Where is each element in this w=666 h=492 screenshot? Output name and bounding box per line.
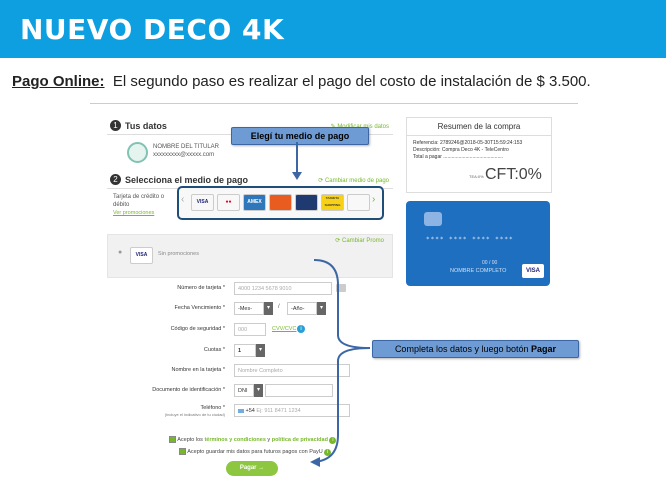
doc-type-select[interactable]: DNI	[234, 384, 254, 397]
phone-placeholder: Ej: 911 8471 1234	[256, 408, 301, 414]
promo-card-visa: VISA	[130, 247, 153, 264]
cvv-link[interactable]: CVV/CVC	[272, 326, 296, 332]
callout-bracket	[310, 259, 371, 467]
intro-paragraph: Pago Online: El segundo paso es realizar…	[12, 73, 591, 90]
card-visa[interactable]: VISA	[191, 194, 214, 211]
flag-icon[interactable]	[238, 408, 244, 413]
chip-icon	[424, 212, 442, 226]
change-payment-link[interactable]: ⟳ Cambiar medio de pago	[318, 177, 389, 184]
cvv-input[interactable]: 000	[234, 323, 266, 336]
visa-logo: VISA	[522, 264, 544, 278]
card-shopping[interactable]: TARJETA SHOPPING	[321, 194, 344, 211]
intro-text: El segundo paso es realizar el pago del …	[112, 73, 591, 90]
installments-label: Cuotas *	[203, 347, 225, 353]
step2-number: 2	[110, 174, 121, 185]
chevron-down-icon[interactable]: ▾	[264, 302, 273, 315]
card-other[interactable]	[347, 194, 370, 211]
step1-number: 1	[110, 120, 121, 131]
step2-title: Selecciona el medio de pago	[125, 175, 249, 185]
chevron-right-icon[interactable]: ›	[372, 194, 375, 205]
holder-email: xxxxxxxxx@xxxxx.com	[153, 152, 215, 158]
terms-pre: Acepto los	[177, 436, 203, 443]
pay-button[interactable]: Pagar →	[226, 461, 278, 476]
summary-total: Total a pagar ..........................…	[413, 154, 504, 160]
callout-arrow-1	[292, 142, 302, 180]
summary-description: Descripción: Compra Deco 4K - TeleCentro	[413, 147, 509, 153]
save-row: Acepto guardar mis datos para futuros pa…	[179, 448, 332, 456]
chevron-down-icon[interactable]: ▾	[254, 384, 263, 397]
callout-complete-text: Completa los datos y luego botón	[394, 344, 532, 354]
summary-tea: TEA:0%	[469, 174, 484, 179]
doc-label: Documento de identificación *	[152, 387, 225, 393]
summary-cft: CFT:0%	[485, 166, 542, 183]
step1-title: Tus datos	[125, 121, 167, 131]
header-banner: NUEVO DECO 4K	[0, 0, 666, 58]
card-label: Tarjeta de crédito o débito	[113, 194, 165, 208]
terms-checkbox[interactable]	[169, 436, 176, 443]
divider	[90, 103, 578, 104]
name-label: Nombre en la tarjeta *	[171, 367, 226, 373]
card-preview: **** **** **** **** 00 / 00 NOMBRE COMPL…	[406, 201, 550, 286]
month-select[interactable]: -Mes-	[234, 302, 264, 315]
cvv-label: Código de seguridad *	[170, 326, 225, 332]
info-icon[interactable]: i	[297, 325, 305, 333]
change-promo-link[interactable]: ⟳ Cambiar Promo	[335, 237, 384, 244]
summary-title: Resumen de la compra	[407, 118, 551, 136]
promos-link[interactable]: Ver promociones	[113, 210, 154, 216]
card-mastercard[interactable]: ●●	[217, 194, 240, 211]
chevron-left-icon[interactable]: ‹	[181, 194, 184, 205]
avatar-icon	[127, 142, 148, 163]
callout-complete-data: Completa los datos y luego botón Pagar	[372, 340, 579, 358]
card-name-preview: NOMBRE COMPLETO	[450, 268, 507, 274]
phone-prefix: +54	[245, 408, 255, 414]
terms-link[interactable]: términos y condiciones	[204, 437, 265, 443]
installments-select[interactable]: 1	[234, 344, 256, 357]
card-amex[interactable]: AMEX	[243, 194, 266, 211]
phone-label: Teléfono *	[200, 405, 225, 411]
card-number-preview: **** **** **** ****	[426, 236, 514, 243]
expiry-label: Fecha Vencimiento *	[174, 305, 225, 311]
save-checkbox[interactable]	[179, 448, 186, 455]
card-naranja[interactable]	[269, 194, 292, 211]
expiry-separator: /	[278, 304, 280, 310]
chevron-down-icon[interactable]: ▾	[256, 344, 265, 357]
callout-complete-bold: Pagar	[531, 344, 557, 354]
promo-text: Sin promociones	[158, 251, 199, 257]
summary-reference: Referencia: 2789246@2018-05-30T15:59:24:…	[413, 140, 523, 146]
card-cabal[interactable]	[295, 194, 318, 211]
card-number-label: Número de tarjeta *	[177, 285, 225, 291]
banner-title: NUEVO DECO 4K	[20, 13, 285, 46]
change-payment-label: Cambiar medio de pago	[324, 178, 389, 184]
holder-name: NOMBRE DEL TITULAR	[153, 144, 220, 150]
save-text: Acepto guardar mis datos para futuros pa…	[187, 448, 323, 455]
payment-methods-carousel: ‹ VISA ●● AMEX TARJETA SHOPPING ›	[177, 186, 384, 220]
change-promo-label: Cambiar Promo	[341, 238, 384, 244]
radio-icon[interactable]: ●	[118, 249, 122, 256]
card-expiry-preview: 00 / 00	[482, 260, 498, 266]
purchase-summary: Resumen de la compra Referencia: 2789246…	[406, 117, 552, 193]
phone-hint: (Incluye el indicativo de tu ciudad)	[164, 412, 225, 417]
intro-label: Pago Online:	[12, 73, 105, 90]
terms-and: y	[267, 436, 271, 443]
